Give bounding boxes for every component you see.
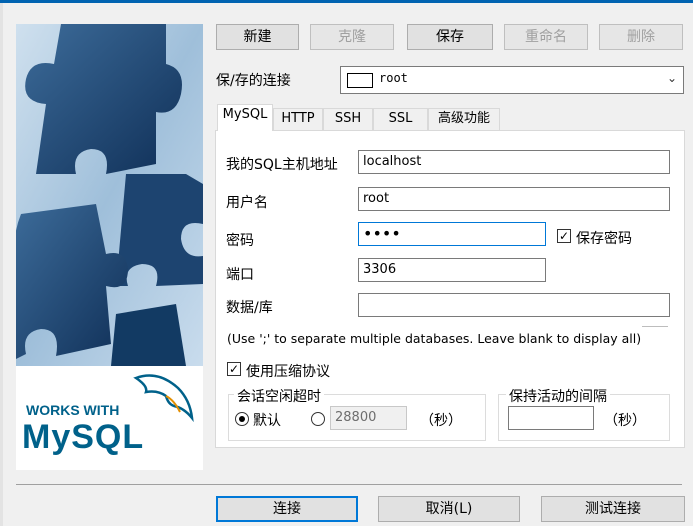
host-input[interactable]: localhost [358, 150, 670, 174]
port-input[interactable]: 3306 [358, 258, 546, 282]
password-label: 密码 [226, 233, 254, 249]
puzzle-image [16, 24, 203, 366]
saved-connections-label: 保/存的连接 [216, 73, 291, 89]
save-password-label: 保存密码 [576, 231, 632, 247]
tab-ssl[interactable]: SSL [373, 108, 428, 130]
clone-button[interactable]: 克隆 [310, 24, 394, 50]
keepalive-unit-label: （秒） [604, 413, 646, 429]
test-connection-button[interactable]: 测试连接 [541, 496, 685, 522]
divider [642, 326, 668, 327]
save-button[interactable]: 保存 [407, 24, 493, 50]
user-label: 用户名 [226, 195, 268, 211]
tab-advanced[interactable]: 高级功能 [428, 108, 500, 130]
database-label: 数据/库 [226, 300, 273, 316]
user-input[interactable]: root [358, 187, 670, 211]
footer-separator [16, 484, 682, 485]
tab-http[interactable]: HTTP [273, 108, 323, 130]
database-hint: (Use ';' to separate multiple databases.… [227, 331, 642, 346]
port-label: 端口 [226, 267, 254, 283]
tab-ssh[interactable]: SSH [323, 108, 373, 130]
save-password-checkbox[interactable]: ✓ [557, 229, 571, 243]
saved-connections-value: root [379, 71, 408, 85]
delete-button[interactable]: 删除 [599, 24, 683, 50]
idle-custom-radio[interactable] [311, 412, 325, 426]
idle-timeout-title: 会话空闲超时 [234, 386, 324, 406]
keepalive-input[interactable] [508, 406, 594, 430]
logo-text-works-with: WORKS WITH [26, 402, 120, 418]
compress-label: 使用压缩协议 [246, 364, 330, 380]
new-button[interactable]: 新建 [216, 24, 299, 50]
chevron-down-icon: ⌄ [666, 71, 677, 85]
connect-button[interactable]: 连接 [216, 496, 358, 522]
idle-timeout-input[interactable]: 28800 [330, 406, 407, 430]
idle-unit-label: （秒） [420, 413, 462, 429]
window-top-border [0, 0, 693, 3]
window-left-edge [0, 3, 3, 526]
logo-text-mysql: MySQL [22, 418, 145, 456]
works-with-mysql-logo: WORKS WITH MySQL [16, 366, 203, 470]
compress-checkbox[interactable]: ✓ [227, 362, 241, 376]
keepalive-title: 保持活动的间隔 [506, 386, 610, 406]
rename-button[interactable]: 重命名 [504, 24, 588, 50]
banner-image: WORKS WITH MySQL [16, 24, 203, 470]
database-input[interactable] [358, 293, 670, 317]
tab-mysql[interactable]: MySQL [217, 104, 273, 131]
idle-default-label: 默认 [253, 413, 281, 429]
password-input[interactable]: •••• [358, 222, 546, 246]
host-label: 我的SQL主机地址 [226, 157, 338, 173]
idle-default-radio[interactable] [235, 412, 249, 426]
dolphin-icon [133, 374, 194, 423]
connection-color-swatch [347, 73, 373, 88]
cancel-button[interactable]: 取消(L) [378, 496, 520, 522]
saved-connections-select[interactable]: root ⌄ [340, 66, 684, 94]
